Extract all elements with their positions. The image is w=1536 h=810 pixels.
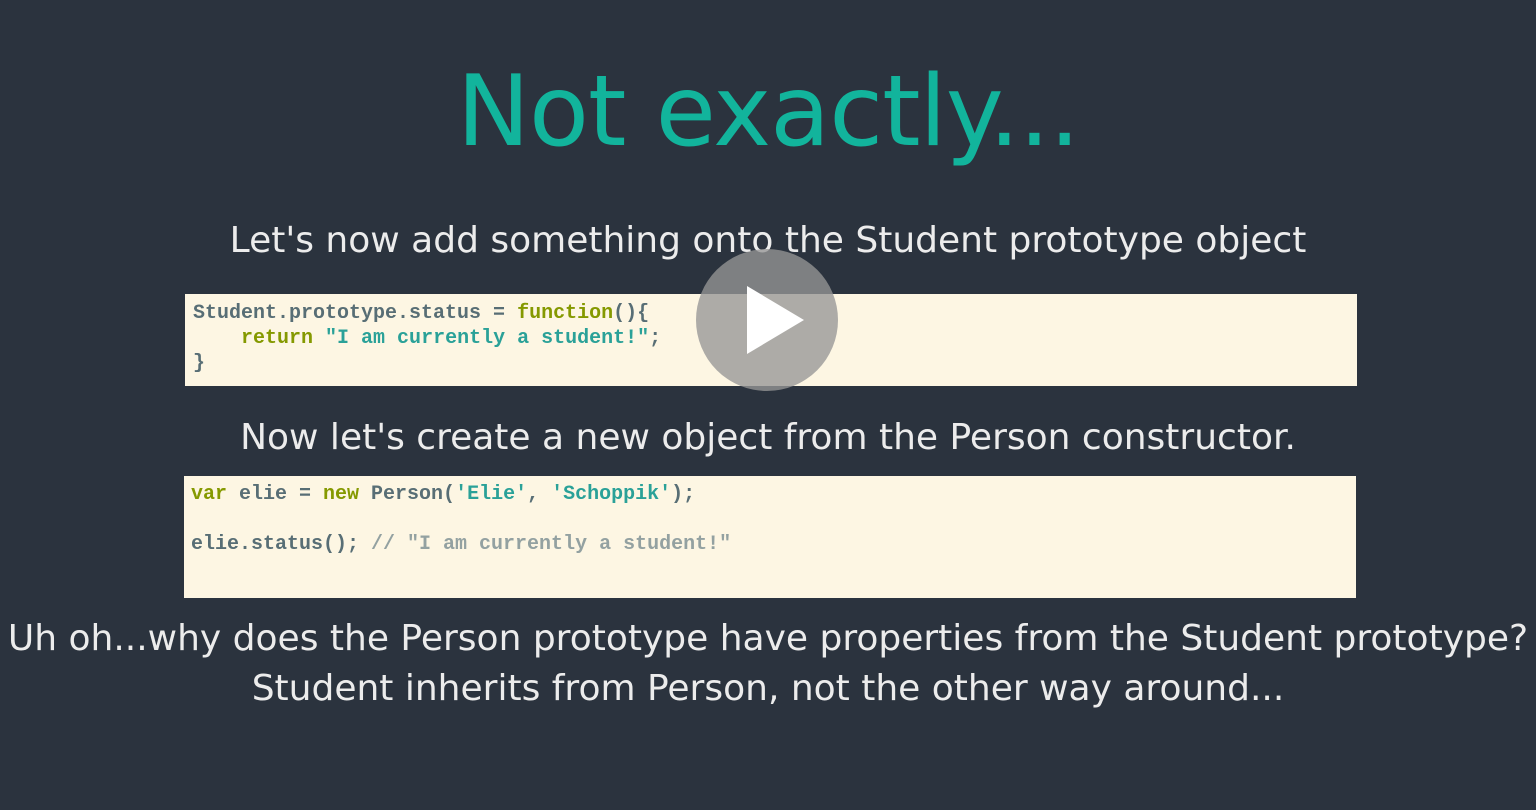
slide-title: Not exactly... xyxy=(456,55,1080,169)
code-text: (){ xyxy=(613,302,650,325)
code-text: , xyxy=(527,483,552,506)
code-line: elie.status(); // "I am currently a stud… xyxy=(191,532,1349,557)
code-text: elie.status(); xyxy=(191,533,372,556)
code-keyword: function xyxy=(517,302,614,325)
code-string: 'Schoppik' xyxy=(551,483,672,506)
code-text: } xyxy=(193,352,206,375)
code-line: var elie = new Person('Elie', 'Schoppik'… xyxy=(191,482,1349,507)
code-comment: // "I am currently a student!" xyxy=(371,533,732,556)
code-keyword: new xyxy=(323,483,360,506)
code-keyword: var xyxy=(191,483,228,506)
code-string: 'Elie' xyxy=(455,483,528,506)
play-icon xyxy=(747,286,804,354)
code-text: elie = xyxy=(227,483,324,506)
code-block-person-instance: var elie = new Person('Elie', 'Schoppik'… xyxy=(184,476,1356,598)
code-text: Student.prototype.status = xyxy=(193,302,518,325)
slide: Not exactly... Let's now add something o… xyxy=(0,0,1536,810)
code-string: "I am currently a student!" xyxy=(325,327,650,350)
play-button[interactable] xyxy=(696,249,838,391)
code-text: Person( xyxy=(359,483,456,506)
code-text: ); xyxy=(671,483,696,506)
closing-text: Uh oh...why does the Person prototype ha… xyxy=(7,618,1529,709)
middle-text: Now let's create a new object from the P… xyxy=(240,417,1296,458)
code-keyword: return xyxy=(241,327,314,350)
code-text: ; xyxy=(649,327,662,350)
